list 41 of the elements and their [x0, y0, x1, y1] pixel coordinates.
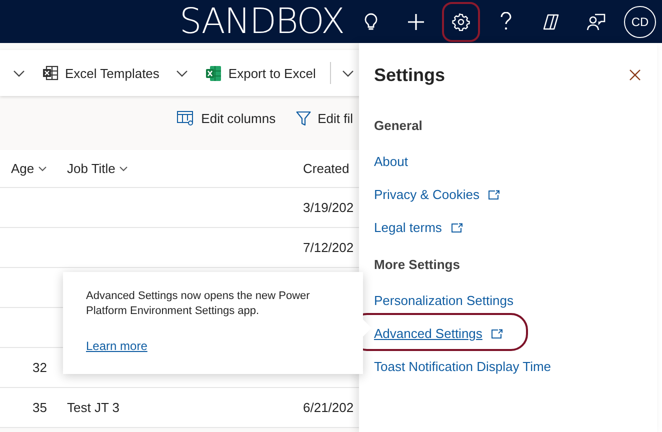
table-cell: 7/12/202 — [303, 240, 354, 255]
table-cell: 3/19/202 — [303, 200, 354, 215]
edit-columns-button[interactable]: Edit columns — [171, 106, 282, 130]
settings-button[interactable] — [442, 2, 480, 42]
lightbulb-icon — [364, 12, 378, 30]
settings-link[interactable]: Legal terms — [374, 220, 442, 235]
settings-icon — [452, 12, 470, 30]
chevron-down-icon — [176, 70, 188, 76]
section-heading: More Settings — [374, 256, 461, 274]
section-heading: General — [374, 116, 424, 134]
edit-filters-button[interactable]: Edit fil — [290, 106, 359, 130]
table-cell: 35 — [32, 400, 47, 415]
learn-more-link[interactable]: Learn more — [86, 339, 148, 353]
table-cell: 6/21/202 — [303, 400, 354, 415]
chevron-down-icon — [13, 70, 25, 76]
bubble-message: Advanced Settings now opens the new Power Platform Environment Settings app. — [86, 289, 311, 319]
settings-link[interactable]: Advanced Settings — [374, 326, 482, 341]
help-icon — [500, 12, 512, 31]
filter-icon — [296, 110, 311, 126]
environment-title: SANDBOX — [179, 2, 344, 42]
excel-icon — [205, 64, 222, 82]
column-header[interactable]: Created — [303, 161, 350, 176]
plus-icon — [406, 12, 424, 30]
excel-templates-button[interactable]: Excel Templates — [34, 61, 168, 85]
spreadsheet-icon — [42, 65, 59, 81]
chevron-down-icon — [342, 70, 354, 76]
table-cell: Test JT 3 — [67, 400, 120, 415]
settings-link[interactable]: About — [374, 154, 408, 169]
column-header[interactable]: Age — [11, 161, 48, 176]
settings-link[interactable]: Personalization Settings — [374, 293, 514, 308]
settings-link[interactable]: Privacy & Cookies — [374, 187, 480, 202]
columns-icon — [177, 110, 194, 126]
table-cell: 32 — [32, 360, 47, 375]
copilot-icon — [542, 12, 560, 30]
user-avatar[interactable]: CD — [624, 6, 656, 38]
panel-title: Settings — [374, 64, 446, 86]
feedback-icon — [586, 12, 606, 30]
close-icon — [629, 69, 641, 81]
settings-link[interactable]: Toast Notification Display Time — [374, 359, 552, 374]
export-to-excel-button[interactable]: Export to Excel — [197, 60, 324, 86]
column-header[interactable]: Job Title — [67, 161, 128, 176]
